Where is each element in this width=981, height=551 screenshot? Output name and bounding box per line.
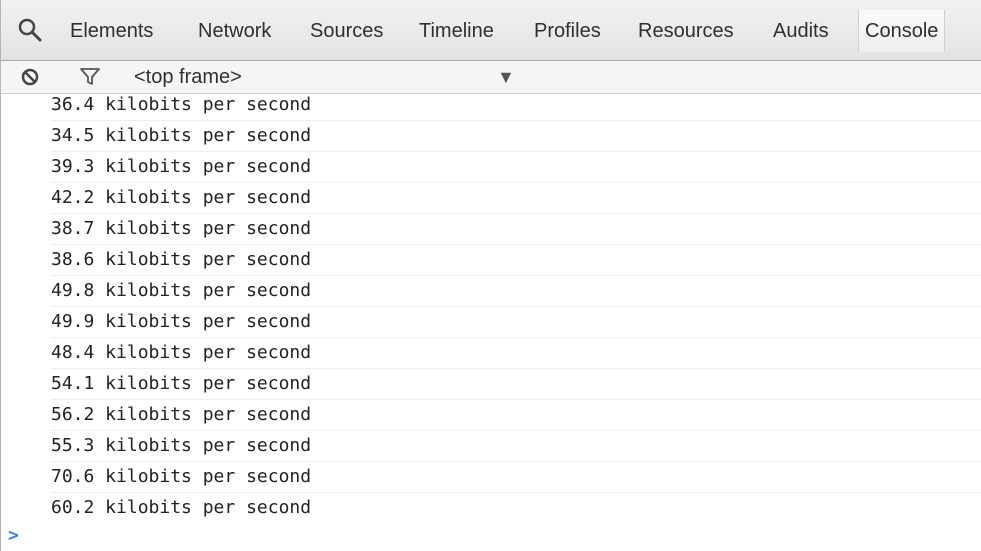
tab-network[interactable]: Network bbox=[198, 17, 271, 45]
tab-resources[interactable]: Resources bbox=[638, 17, 734, 45]
tab-elements[interactable]: Elements bbox=[70, 17, 153, 45]
console-message: 42.2 kilobits per second bbox=[51, 183, 981, 214]
console-message: 48.4 kilobits per second bbox=[51, 338, 981, 369]
console-message: 56.2 kilobits per second bbox=[51, 400, 981, 431]
console-message: 70.6 kilobits per second bbox=[51, 462, 981, 493]
clear-console-icon[interactable] bbox=[20, 67, 40, 87]
console-message: 38.6 kilobits per second bbox=[51, 245, 981, 276]
magnifier-icon[interactable] bbox=[16, 16, 44, 44]
tab-sources[interactable]: Sources bbox=[310, 17, 383, 45]
console-message: 49.8 kilobits per second bbox=[51, 276, 981, 307]
console-message: 38.7 kilobits per second bbox=[51, 214, 981, 245]
tab-audits[interactable]: Audits bbox=[773, 17, 829, 45]
console-message: 55.3 kilobits per second bbox=[51, 431, 981, 462]
console-message: 49.9 kilobits per second bbox=[51, 307, 981, 338]
devtools-window: Elements Network Sources Timeline Profil… bbox=[0, 0, 981, 551]
console-message: 34.5 kilobits per second bbox=[51, 121, 981, 152]
frame-selector[interactable]: <top frame> ▼ bbox=[134, 63, 518, 91]
console-toolbar: <top frame> ▼ bbox=[1, 61, 981, 94]
frame-selector-value: <top frame> bbox=[134, 66, 242, 88]
filter-icon[interactable] bbox=[79, 67, 101, 87]
console-message: 60.2 kilobits per second bbox=[51, 493, 981, 523]
tab-timeline[interactable]: Timeline bbox=[419, 17, 494, 45]
tab-console[interactable]: Console bbox=[858, 10, 946, 52]
console-input[interactable]: > bbox=[1, 523, 981, 551]
tab-profiles[interactable]: Profiles bbox=[534, 17, 601, 45]
prompt-chevron-icon: > bbox=[8, 525, 19, 546]
console-message: 36.4 kilobits per second bbox=[51, 94, 981, 121]
dropdown-arrow-icon: ▼ bbox=[497, 67, 515, 87]
devtools-tab-bar: Elements Network Sources Timeline Profil… bbox=[1, 0, 981, 61]
console-message: 39.3 kilobits per second bbox=[51, 152, 981, 183]
console-messages: 36.4 kilobits per second 34.5 kilobits p… bbox=[1, 94, 981, 523]
console-message: 54.1 kilobits per second bbox=[51, 369, 981, 400]
